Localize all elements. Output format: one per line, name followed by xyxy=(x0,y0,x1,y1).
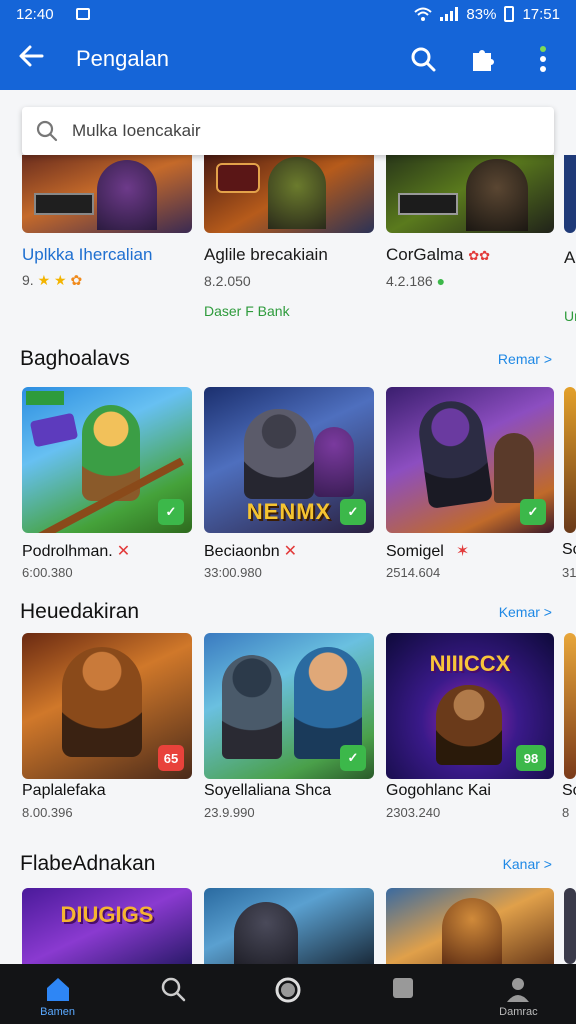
game-title[interactable]: Podrolhman. ✕ xyxy=(22,541,130,561)
see-more-link[interactable]: Remar > xyxy=(498,351,552,367)
game-logo: DIUGIGS xyxy=(60,902,154,927)
nav-search[interactable] xyxy=(115,976,230,1002)
game-card-image[interactable] xyxy=(564,155,576,233)
game-title[interactable]: Soyellaliana Shca xyxy=(204,782,331,800)
check-badge: ✓ xyxy=(158,499,184,525)
status-time: 12:40 xyxy=(16,5,54,23)
game-size: 8.00.396 xyxy=(22,805,73,820)
battery-icon xyxy=(504,6,515,22)
game-card-image[interactable] xyxy=(564,633,576,779)
tag-label xyxy=(26,391,64,405)
game-developer[interactable]: Daser F Bank xyxy=(204,303,290,319)
nav-recents[interactable] xyxy=(346,976,461,1000)
game-title[interactable]: Sc xyxy=(562,782,576,800)
game-meta: Ur xyxy=(564,308,576,324)
game-size: 2514.604 xyxy=(386,565,441,580)
game-title[interactable]: CorGalma ✿✿ xyxy=(386,245,490,265)
game-size: 23.9.990 xyxy=(204,805,255,820)
search-icon xyxy=(36,120,58,142)
game-card-image[interactable] xyxy=(22,155,192,233)
game-card-image[interactable]: NIIICCX 98 xyxy=(386,633,554,779)
game-meta: 8.2.050 xyxy=(204,273,251,289)
check-badge: ✓ xyxy=(340,499,366,525)
nav-label: Bamen xyxy=(40,1006,76,1018)
status-bar: 12:40 83% 17:51 xyxy=(0,0,576,28)
rating-badge: 65 xyxy=(158,745,184,771)
game-card-image[interactable]: DIUGIGS xyxy=(22,888,192,964)
game-logo: NIIICCX xyxy=(429,651,511,676)
back-arrow-icon[interactable] xyxy=(18,44,58,74)
bottom-nav: Bamen Damrac xyxy=(0,964,576,1024)
game-title[interactable]: Sc xyxy=(562,541,576,559)
game-meta: 9. ★ ★ ✿ xyxy=(22,272,83,288)
game-card-image[interactable] xyxy=(386,888,554,964)
game-card-image[interactable]: NENMX ✓ xyxy=(204,387,374,533)
nav-profile[interactable]: Damrac xyxy=(461,976,576,1018)
nav-home[interactable]: Bamen xyxy=(0,976,115,1018)
game-card-image[interactable] xyxy=(564,888,576,964)
see-more-link[interactable]: Kemar > xyxy=(499,604,552,620)
game-card-image[interactable] xyxy=(204,888,374,964)
section-title: FlabeAdnakan xyxy=(20,852,156,875)
search-input[interactable]: Mulka Ioencakair xyxy=(22,107,554,155)
game-card-image[interactable] xyxy=(204,155,374,233)
game-title[interactable]: Uplkka Ihercalian xyxy=(22,245,152,265)
game-meta: 4.2.186 ● xyxy=(386,273,446,289)
more-vert-icon[interactable] xyxy=(528,44,558,74)
game-title[interactable]: Somigel ✶ xyxy=(386,541,469,561)
person-icon xyxy=(507,978,530,1002)
search-icon xyxy=(161,977,186,1002)
home-icon xyxy=(46,978,69,1001)
status-clock: 17:51 xyxy=(522,5,560,23)
game-size: 31 xyxy=(562,565,576,580)
check-badge: ✓ xyxy=(520,499,546,525)
game-title[interactable]: Aglile brecakiain xyxy=(204,245,328,265)
game-card-image[interactable] xyxy=(386,155,554,233)
star-icon: ★ ★ xyxy=(37,272,71,288)
game-size: 8 xyxy=(562,805,570,820)
game-title[interactable]: Gogohlanc Kai xyxy=(386,782,491,800)
game-size: 33:00.980 xyxy=(204,565,262,580)
game-card-image[interactable]: ✓ xyxy=(386,387,554,533)
game-card-image[interactable]: ✓ xyxy=(204,633,374,779)
game-title[interactable]: Beciaonbn ✕ xyxy=(204,541,297,561)
notification-icon xyxy=(75,8,90,20)
search-icon[interactable] xyxy=(408,44,438,74)
rating-icon: ✿✿ xyxy=(468,248,490,263)
square-icon xyxy=(393,978,414,998)
game-title[interactable]: A xyxy=(564,248,575,268)
game-card-image[interactable] xyxy=(564,387,576,533)
nav-home-button[interactable] xyxy=(230,976,345,1004)
game-size: 2303.240 xyxy=(386,805,441,820)
circle-icon xyxy=(275,977,301,1003)
game-size: 6:00.380 xyxy=(22,565,73,580)
wifi-icon xyxy=(414,7,433,21)
puzzle-icon[interactable] xyxy=(468,44,498,74)
game-card-image[interactable]: 65 xyxy=(22,633,192,779)
rating-badge: 98 xyxy=(516,745,546,771)
game-title[interactable]: Paplalefaka xyxy=(22,782,106,800)
game-card-image[interactable]: ✓ xyxy=(22,387,192,533)
see-more-link[interactable]: Kanar > xyxy=(503,856,552,872)
section-title: Heuedakiran xyxy=(20,600,140,623)
app-bar: Pengalan xyxy=(0,28,576,90)
search-placeholder: Mulka Ioencakair xyxy=(72,121,201,140)
flame-icon: ✿ xyxy=(70,272,83,288)
page-title: Pengalan xyxy=(76,46,169,71)
section-title: Baghoalavs xyxy=(20,347,130,370)
nav-label: Damrac xyxy=(499,1006,538,1018)
check-badge: ✓ xyxy=(340,745,366,771)
battery-percent: 83% xyxy=(466,5,497,23)
online-dot-icon: ● xyxy=(436,273,446,289)
signal-icon xyxy=(440,7,459,21)
